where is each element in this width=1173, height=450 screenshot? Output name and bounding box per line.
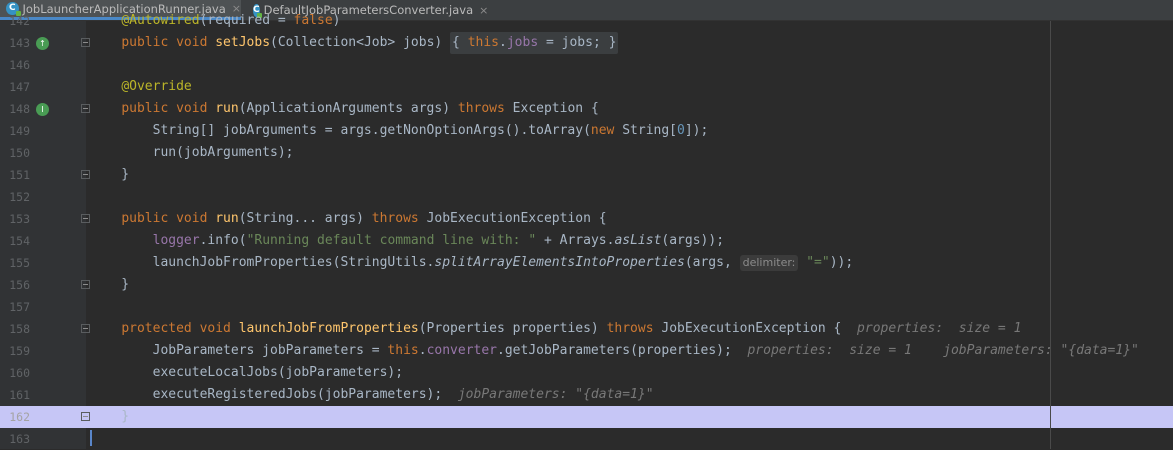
code-text[interactable]: run(jobArguments);	[90, 142, 294, 164]
code-line[interactable]: 153 public void run(String... args) thro…	[0, 208, 1173, 230]
line-number[interactable]: 147	[0, 76, 30, 98]
code-line[interactable]: 161 executeRegisteredJobs(jobParameters)…	[0, 384, 1173, 406]
fold-marker-icon[interactable]	[81, 324, 90, 333]
line-number[interactable]: 155	[0, 252, 30, 274]
code-text[interactable]: public void run(ApplicationArguments arg…	[90, 98, 598, 120]
line-number[interactable]: 158	[0, 318, 30, 340]
line-number[interactable]: 142	[0, 10, 30, 32]
line-number[interactable]: 161	[0, 384, 30, 406]
code-line[interactable]: 148 I public void run(ApplicationArgument…	[0, 98, 1173, 120]
code-text[interactable]: logger.info("Running default command lin…	[90, 230, 724, 252]
code-line[interactable]: 159 JobParameters jobParameters = this.c…	[0, 340, 1173, 362]
code-line[interactable]: 160 executeLocalJobs(jobParameters);	[0, 362, 1173, 384]
line-number[interactable]: 148	[0, 98, 30, 120]
right-margin-guide	[1050, 21, 1051, 449]
code-line[interactable]: 152	[0, 186, 1173, 208]
code-line[interactable]: 142 @Autowired(required = false)	[0, 10, 1173, 32]
line-number[interactable]: 150	[0, 142, 30, 164]
line-number[interactable]: 162	[0, 406, 30, 428]
code-line[interactable]: 158 protected void launchJobFromProperti…	[0, 318, 1173, 340]
code-text[interactable]: executeLocalJobs(jobParameters);	[90, 362, 403, 384]
code-line[interactable]: 147 @Override	[0, 76, 1173, 98]
code-text[interactable]: protected void launchJobFromProperties(P…	[90, 318, 1021, 340]
code-line[interactable]: 163	[0, 428, 1173, 450]
code-text[interactable]: JobParameters jobParameters = this.conve…	[90, 340, 1139, 362]
line-number[interactable]: 146	[0, 54, 30, 76]
fold-marker-icon[interactable]	[81, 412, 90, 421]
line-number[interactable]: 159	[0, 340, 30, 362]
line-number[interactable]: 151	[0, 164, 30, 186]
code-line[interactable]: 150 run(jobArguments);	[0, 142, 1173, 164]
fold-marker-icon[interactable]	[81, 170, 90, 179]
code-line[interactable]: 156 }	[0, 274, 1173, 296]
line-number[interactable]: 154	[0, 230, 30, 252]
code-line[interactable]: 143 ↑ public void setJobs(Collection<Job>…	[0, 32, 1173, 54]
code-text[interactable]: public void setJobs(Collection<Job> jobs…	[90, 32, 619, 54]
code-line[interactable]: 162 }	[0, 406, 1173, 428]
line-number[interactable]: 156	[0, 274, 30, 296]
fold-marker-icon[interactable]	[81, 38, 90, 47]
code-line[interactable]: 146	[0, 54, 1173, 76]
line-number[interactable]: 143	[0, 32, 30, 54]
code-text[interactable]: String[] jobArguments = args.getNonOptio…	[90, 120, 709, 142]
text-caret	[90, 430, 92, 446]
code-line[interactable]: 157	[0, 296, 1173, 318]
implements-icon[interactable]: I	[36, 103, 49, 116]
line-number[interactable]: 149	[0, 120, 30, 142]
code-text[interactable]: public void run(String... args) throws J…	[90, 208, 606, 230]
line-number[interactable]: 153	[0, 208, 30, 230]
code-editor[interactable]: 142 @Autowired(required = false) 143 ↑ pub…	[0, 13, 1173, 450]
line-number[interactable]: 160	[0, 362, 30, 384]
code-text[interactable]: executeRegisteredJobs(jobParameters); jo…	[90, 384, 654, 406]
code-text[interactable]: launchJobFromProperties(StringUtils.spli…	[90, 252, 853, 274]
code-line[interactable]: 155 launchJobFromProperties(StringUtils.…	[0, 252, 1173, 274]
code-line[interactable]: 151 }	[0, 164, 1173, 186]
line-number[interactable]: 157	[0, 296, 30, 318]
override-icon[interactable]: ↑	[36, 37, 49, 50]
fold-marker-icon[interactable]	[81, 104, 90, 113]
code-text[interactable]: }	[90, 406, 129, 428]
code-line[interactable]: 149 String[] jobArguments = args.getNonO…	[0, 120, 1173, 142]
code-text[interactable]: @Autowired(required = false)	[90, 10, 340, 32]
code-text[interactable]: }	[90, 164, 129, 186]
code-text[interactable]: @Override	[90, 76, 191, 98]
fold-marker-icon[interactable]	[81, 214, 90, 223]
fold-marker-icon[interactable]	[81, 280, 90, 289]
code-text[interactable]: }	[90, 274, 129, 296]
code-line[interactable]: 154 logger.info("Running default command…	[0, 230, 1173, 252]
line-number[interactable]: 163	[0, 428, 30, 450]
line-number[interactable]: 152	[0, 186, 30, 208]
